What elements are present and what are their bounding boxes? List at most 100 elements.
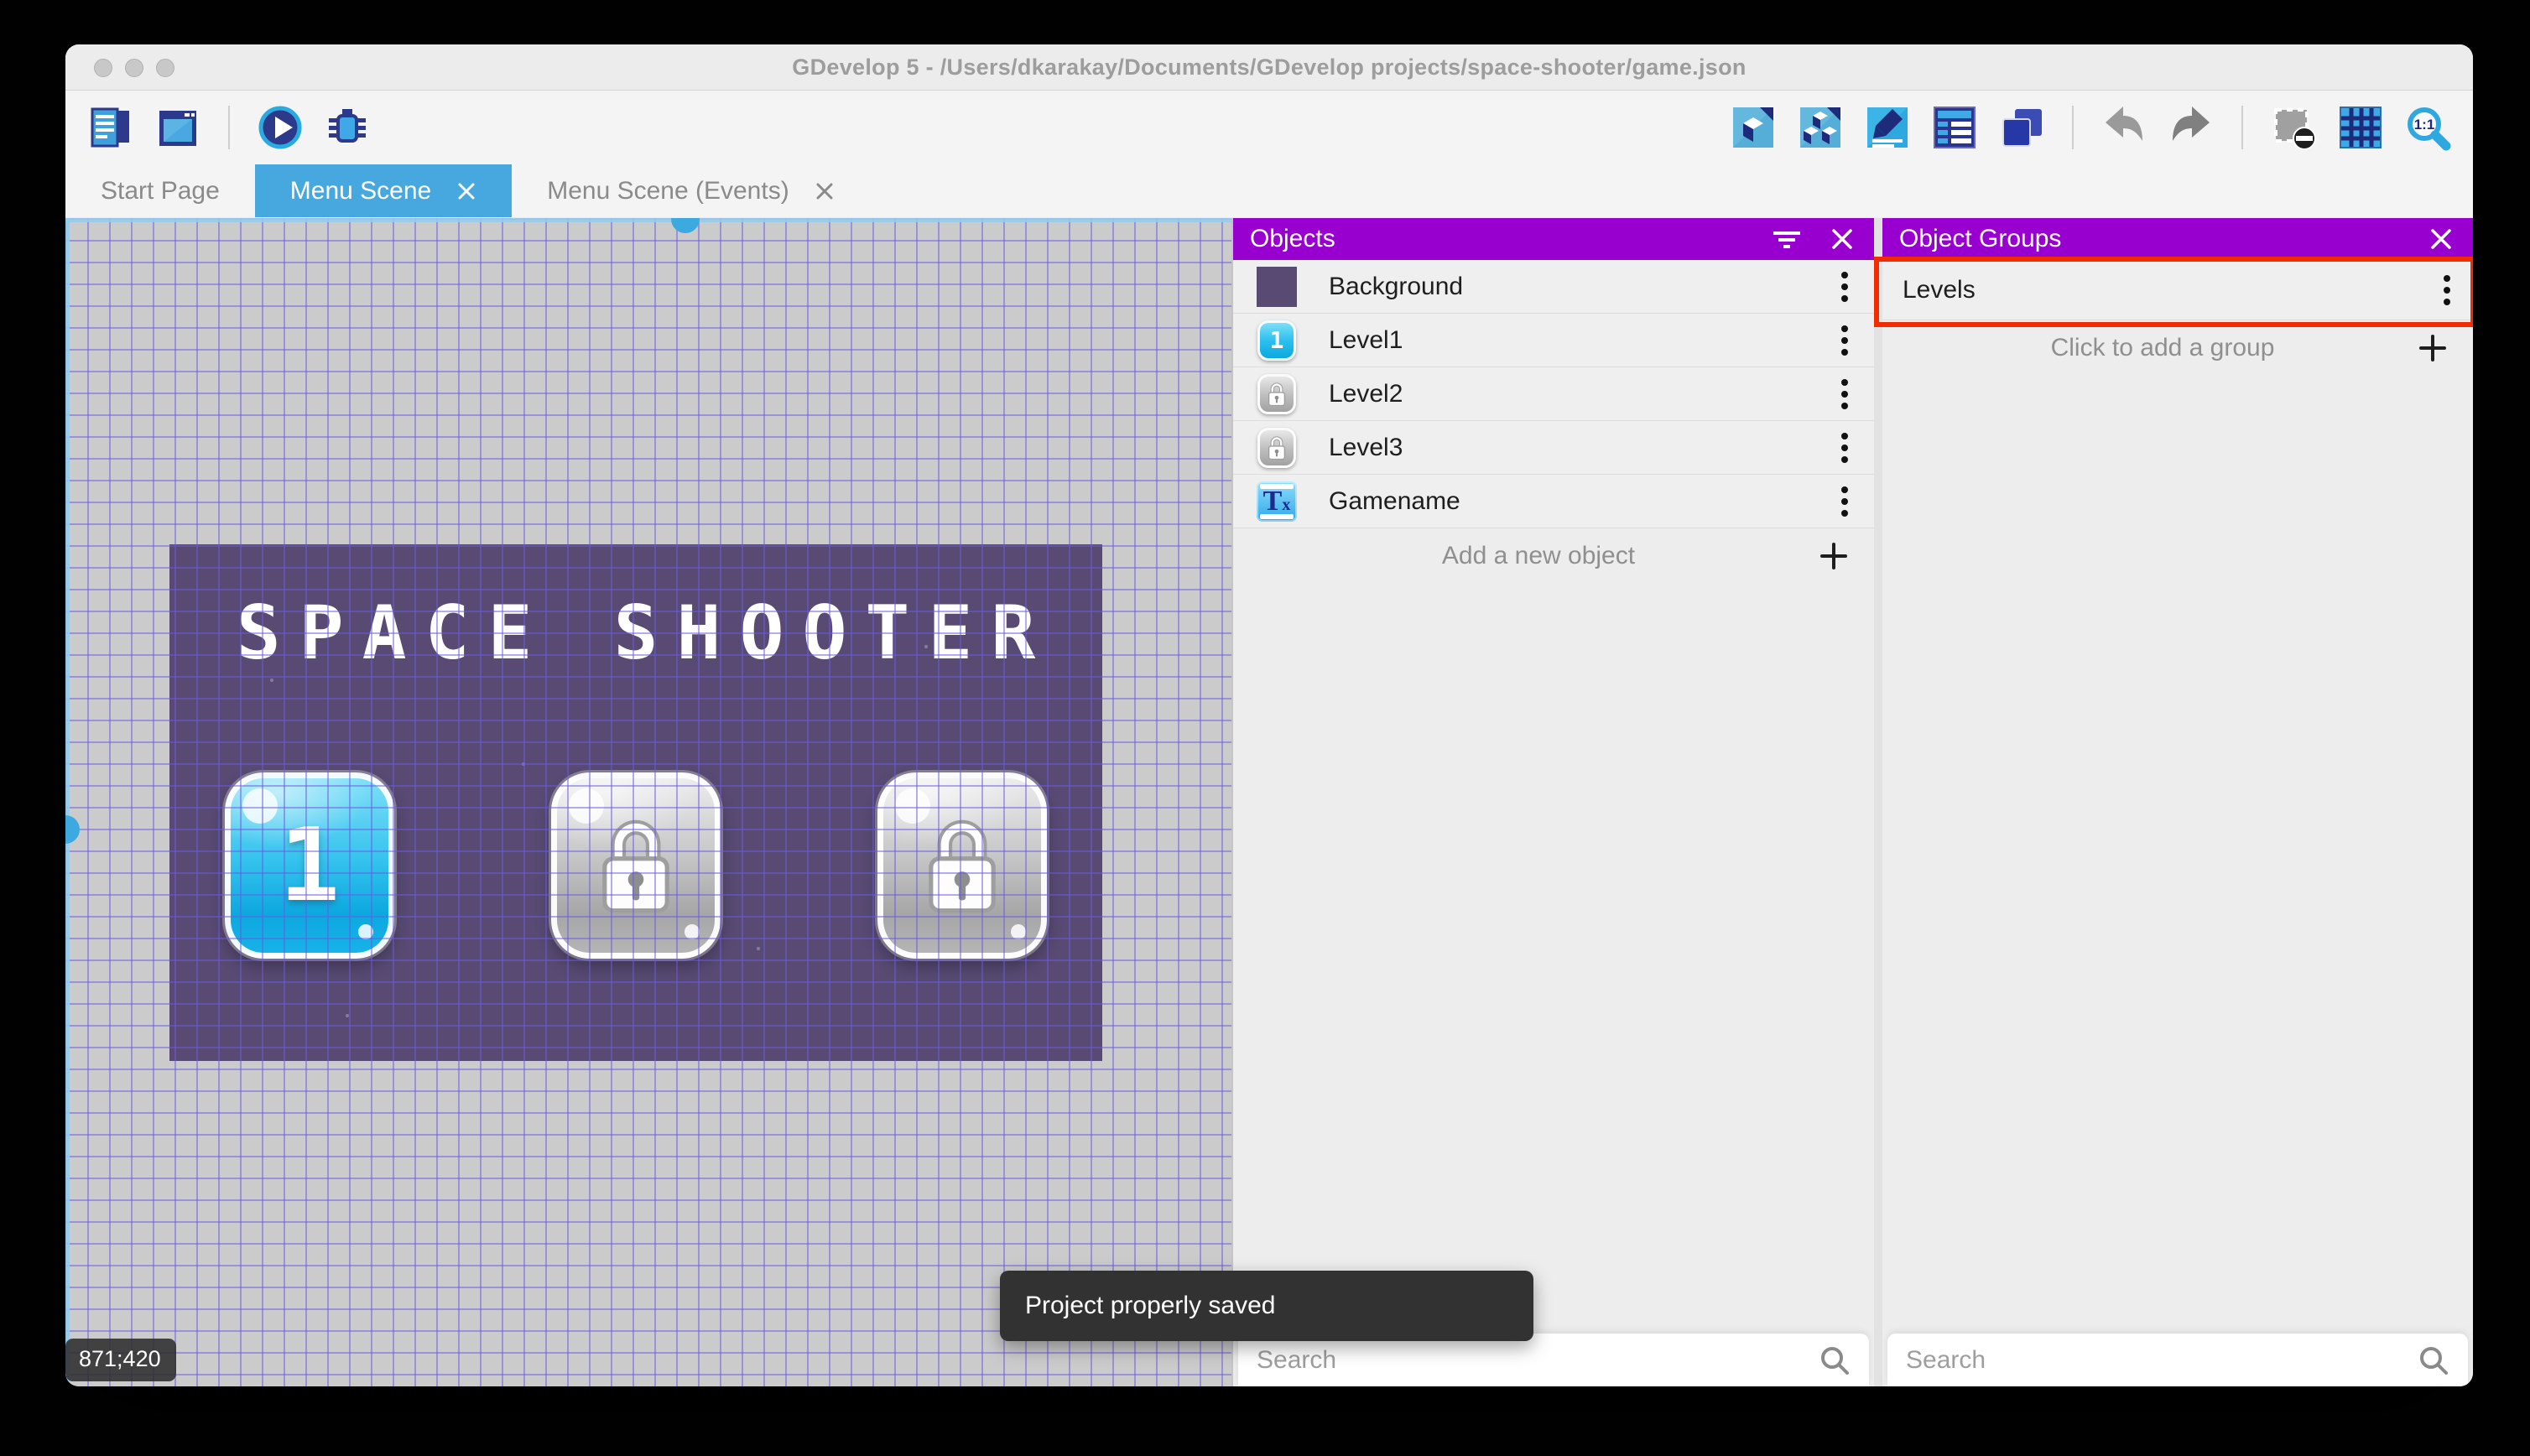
horizontal-scrollbar-thumb[interactable]: [671, 218, 700, 233]
object-name: Level2: [1329, 379, 1403, 408]
locked-button-icon: [1257, 427, 1297, 468]
locked-button-icon: [1257, 373, 1297, 414]
lock-icon: [592, 814, 679, 918]
lock-icon: [1266, 434, 1288, 461]
lock-icon: [1266, 381, 1288, 408]
objects-search-input[interactable]: [1257, 1345, 1819, 1375]
search-icon[interactable]: [2418, 1344, 2449, 1376]
background-swatch-icon: [1257, 266, 1297, 307]
vertical-scrollbar-track[interactable]: [65, 218, 70, 1386]
level3-instance[interactable]: [877, 772, 1047, 959]
level2-instance[interactable]: [551, 772, 721, 959]
toolbar-divider: [2241, 106, 2243, 149]
tab-label: Menu Scene: [289, 176, 432, 205]
play-icon[interactable]: [257, 104, 304, 151]
zoom-icon[interactable]: 1:1: [2404, 104, 2451, 151]
kebab-menu-icon[interactable]: [2441, 272, 2453, 309]
cursor-coordinates-badge: 871;420: [65, 1339, 176, 1381]
horizontal-scrollbar-track[interactable]: [65, 218, 1231, 222]
gdevelop-window: GDevelop 5 - /Users/dkarakay/Documents/G…: [65, 44, 2473, 1386]
add-object-row[interactable]: Add a new object: [1233, 528, 1874, 584]
objects-panel-title: Objects: [1250, 225, 1335, 252]
tab-start-page[interactable]: Start Page: [65, 164, 255, 217]
plus-icon[interactable]: [1819, 541, 1849, 571]
object-row-background[interactable]: Background: [1233, 260, 1874, 314]
instances-list-icon[interactable]: [1931, 104, 1978, 151]
undo-icon[interactable]: [2101, 104, 2147, 151]
vertical-scrollbar-thumb[interactable]: [65, 815, 80, 844]
layers-icon[interactable]: [1998, 104, 2045, 151]
object-groups-editor-icon[interactable]: [1797, 104, 1844, 151]
grid-icon[interactable]: [2337, 104, 2384, 151]
lock-icon: [919, 814, 1006, 918]
objects-panel: Objects Background 1 Level1 Level2 Level…: [1231, 218, 1874, 1386]
minimize-window-button[interactable]: [125, 58, 143, 77]
scene-editor-canvas[interactable]: SPACE SHOOTER 1 871;420: [65, 218, 1231, 1386]
background-instance[interactable]: SPACE SHOOTER 1: [169, 544, 1102, 1061]
star-speck: [522, 762, 525, 766]
tab-menu-scene-events[interactable]: Menu Scene (Events): [512, 164, 869, 217]
groups-search-input[interactable]: [1906, 1345, 2418, 1375]
close-tab-icon[interactable]: [815, 181, 835, 201]
main-toolbar: 1:1: [65, 91, 2473, 164]
zoom-magnifier-icon: [2408, 107, 2451, 151]
toolbar-divider: [228, 106, 230, 149]
object-row-level2[interactable]: Level2: [1233, 367, 1874, 421]
traffic-lights: [94, 44, 174, 91]
add-group-label[interactable]: Click to add a group: [1908, 334, 2418, 362]
redo-icon[interactable]: [2168, 104, 2215, 151]
close-window-button[interactable]: [94, 58, 112, 77]
object-name: Level1: [1329, 325, 1403, 354]
objects-panel-header: Objects: [1233, 218, 1874, 260]
groups-panel-title: Object Groups: [1899, 225, 2062, 252]
star-speck: [924, 645, 928, 648]
group-name: Levels: [1903, 275, 1976, 304]
kebab-menu-icon[interactable]: [1839, 268, 1851, 305]
search-icon[interactable]: [1819, 1344, 1851, 1376]
toolbar-right-group: 1:1: [1730, 104, 2451, 151]
tab-menu-scene[interactable]: Menu Scene: [254, 164, 513, 217]
save-toast: Project properly saved: [1000, 1271, 1533, 1341]
star-speck: [346, 1014, 349, 1017]
object-name: Background: [1329, 272, 1464, 300]
object-name: Gamename: [1329, 486, 1460, 515]
objects-editor-icon[interactable]: [1730, 104, 1777, 151]
level-buttons-row: 1: [169, 772, 1102, 959]
maximize-window-button[interactable]: [156, 58, 174, 77]
tab-bar: Start Page Menu Scene Menu Scene (Events…: [65, 164, 2473, 217]
kebab-menu-icon[interactable]: [1839, 429, 1851, 466]
filter-icon[interactable]: [1772, 224, 1802, 254]
kebab-menu-icon[interactable]: [1839, 322, 1851, 359]
text-object-icon: Tx: [1257, 481, 1297, 522]
properties-icon[interactable]: [1864, 104, 1911, 151]
close-tab-icon[interactable]: [456, 181, 476, 201]
plus-icon[interactable]: [2418, 333, 2448, 363]
project-manager-icon[interactable]: [87, 104, 134, 151]
object-row-level3[interactable]: Level3: [1233, 421, 1874, 475]
object-name: Level3: [1329, 433, 1403, 461]
level1-number: 1: [279, 807, 341, 924]
objects-search-bar: [1238, 1334, 1869, 1386]
open-scene-icon[interactable]: [154, 104, 201, 151]
add-group-row[interactable]: Click to add a group: [1882, 320, 2473, 376]
kebab-menu-icon[interactable]: [1839, 376, 1851, 413]
groups-panel-header: Object Groups: [1882, 218, 2473, 260]
level1-button-icon: 1: [1257, 320, 1297, 361]
window-title: GDevelop 5 - /Users/dkarakay/Documents/G…: [792, 54, 1747, 80]
object-row-level1[interactable]: 1 Level1: [1233, 314, 1874, 367]
close-panel-icon[interactable]: [2426, 224, 2456, 254]
kebab-menu-icon[interactable]: [1839, 483, 1851, 520]
group-row-levels[interactable]: Levels: [1882, 260, 2473, 320]
star-speck: [270, 679, 273, 682]
level1-instance[interactable]: 1: [225, 772, 394, 959]
tab-label: Start Page: [101, 176, 220, 205]
object-row-gamename[interactable]: Tx Gamename: [1233, 475, 1874, 528]
groups-search-bar: [1887, 1334, 2468, 1386]
tab-label: Menu Scene (Events): [547, 176, 789, 205]
debug-icon[interactable]: [324, 104, 371, 151]
add-object-label[interactable]: Add a new object: [1258, 542, 1819, 570]
mask-icon[interactable]: [2270, 104, 2317, 151]
close-panel-icon[interactable]: [1827, 224, 1857, 254]
title-bar: GDevelop 5 - /Users/dkarakay/Documents/G…: [65, 44, 2473, 91]
gamename-instance[interactable]: SPACE SHOOTER: [169, 590, 1102, 676]
